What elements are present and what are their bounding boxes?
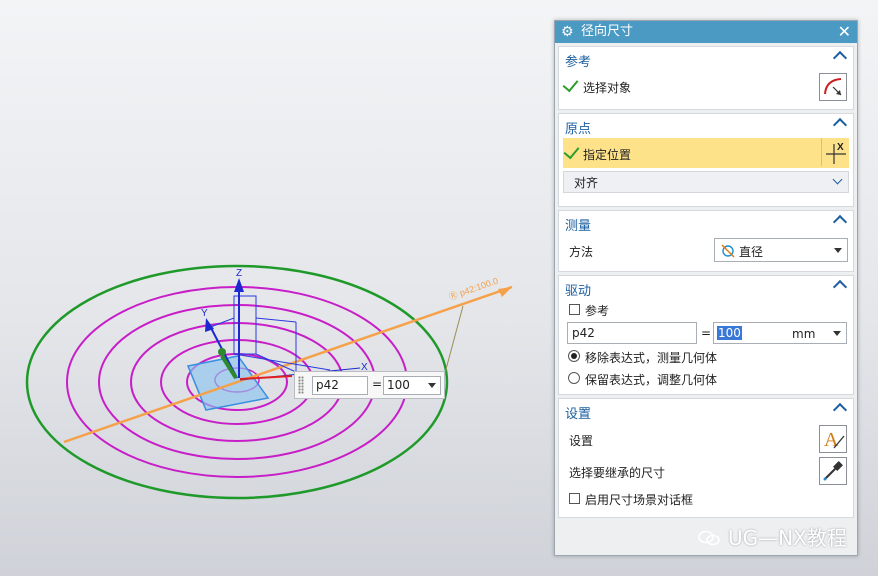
chevron-down-icon[interactable]	[834, 248, 842, 253]
dialog-titlebar[interactable]: ⚙ 径向尺寸 ✕	[555, 21, 857, 43]
point-location-icon: X	[826, 142, 846, 164]
select-object-button[interactable]	[819, 73, 847, 101]
option-remove-radio[interactable]	[568, 350, 580, 362]
eyedropper-icon	[823, 461, 843, 481]
watermark-text: UG—NX教程	[728, 526, 847, 550]
inline-expression-name[interactable]: p42	[312, 376, 368, 395]
method-value: 直径	[739, 245, 764, 259]
z-axis-label: Z	[236, 268, 242, 279]
inline-value-text: 100	[387, 378, 410, 392]
equals-sign: =	[701, 326, 712, 340]
option-keep-radio[interactable]	[568, 372, 580, 384]
select-object-row[interactable]: 选择对象	[559, 71, 853, 107]
y-axis-label: Y	[201, 308, 208, 319]
specify-location-label: 指定位置	[583, 148, 632, 162]
chevron-down-icon[interactable]	[428, 383, 436, 388]
option-remove-label: 移除表达式，测量几何体	[585, 351, 718, 365]
chevron-up-icon[interactable]	[832, 279, 848, 295]
radial-dimension-dialog: ⚙ 径向尺寸 ✕ 参考 选择对象 原点 指定位置 X 对齐 测量 方法 直径 驱…	[554, 20, 858, 556]
gear-icon[interactable]: ⚙	[561, 23, 574, 41]
dimension-label[interactable]: Ⓡ p42:100.0	[447, 276, 499, 302]
dimension-arrow	[498, 287, 512, 297]
wechat-icon	[698, 530, 720, 546]
settings-group: 设置 设置 A 选择要继承的尺寸 启用尺寸场景对话框	[558, 398, 854, 518]
svg-text:A: A	[824, 429, 839, 451]
expression-row: p42 = 100 mm	[559, 320, 853, 346]
svg-text:X: X	[837, 142, 844, 153]
settings-label: 设置	[569, 434, 594, 448]
inherit-button[interactable]	[819, 457, 847, 485]
drive-heading: 驱动	[565, 284, 592, 299]
option-keep-label: 保留表达式，调整几何体	[585, 373, 718, 387]
method-select[interactable]: 直径	[714, 238, 848, 262]
check-icon	[563, 142, 580, 160]
chevron-down-icon[interactable]	[832, 174, 843, 185]
expression-name-text: p42	[572, 326, 595, 340]
settings-group-header[interactable]: 设置	[559, 399, 853, 423]
reference-checkbox[interactable]	[569, 304, 580, 315]
method-label: 方法	[569, 245, 594, 259]
option-remove-row[interactable]: 移除表达式，测量几何体	[559, 346, 853, 368]
inherit-label: 选择要继承的尺寸	[569, 466, 666, 480]
chevron-up-icon[interactable]	[832, 117, 848, 133]
reference-group-header[interactable]: 参考	[559, 47, 853, 71]
arc-select-icon	[824, 78, 842, 96]
method-row: 方法 直径	[559, 235, 853, 265]
value-field[interactable]: 100 mm	[713, 322, 847, 344]
settings-button[interactable]: A	[819, 425, 847, 453]
measure-heading: 测量	[565, 219, 592, 234]
inline-expression-value[interactable]: 100	[383, 376, 441, 395]
text-style-icon: A	[824, 429, 845, 451]
specify-location-button[interactable]: X	[821, 138, 849, 166]
inline-expression-box: p42 = 100	[294, 371, 445, 399]
select-object-label: 选择对象	[583, 81, 632, 95]
align-dropdown[interactable]: 对齐	[563, 171, 849, 193]
dialog-title: 径向尺寸	[581, 24, 634, 39]
enable-dialog-label: 启用尺寸场景对话框	[585, 493, 694, 507]
close-icon[interactable]: ✕	[838, 22, 851, 41]
check-icon	[562, 75, 579, 93]
drive-group-header[interactable]: 驱动	[559, 276, 853, 300]
chevron-down-icon[interactable]	[833, 331, 841, 336]
leader-line	[444, 305, 464, 374]
value-text: 100	[717, 326, 742, 340]
chevron-up-icon[interactable]	[832, 402, 848, 418]
inherit-row: 选择要继承的尺寸	[559, 455, 853, 487]
unit-label: mm	[792, 327, 816, 341]
settings-row: 设置 A	[559, 423, 853, 455]
drive-group: 驱动 参考 p42 = 100 mm 移除表达式，测量几何体 保留表达式，调整几…	[558, 275, 854, 395]
settings-heading: 设置	[565, 407, 592, 422]
align-label: 对齐	[574, 176, 599, 190]
reference-checkbox-row[interactable]: 参考	[559, 300, 853, 320]
diameter-icon	[721, 244, 735, 258]
expression-name-field[interactable]: p42	[567, 322, 697, 344]
drag-grip[interactable]	[298, 376, 304, 394]
manipulator-origin	[218, 348, 226, 356]
measure-group-header[interactable]: 测量	[559, 211, 853, 235]
reference-heading: 参考	[565, 55, 592, 70]
origin-heading: 原点	[565, 122, 592, 137]
chevron-up-icon[interactable]	[832, 214, 848, 230]
enable-dialog-row[interactable]: 启用尺寸场景对话框	[559, 487, 853, 511]
inline-equals: =	[372, 377, 383, 391]
option-keep-row[interactable]: 保留表达式，调整几何体	[559, 368, 853, 390]
measure-group: 测量 方法 直径	[558, 210, 854, 272]
reference-group: 参考 选择对象	[558, 46, 854, 110]
enable-dialog-checkbox[interactable]	[569, 493, 580, 504]
z-arrow	[234, 278, 244, 292]
origin-group: 原点 指定位置 X 对齐	[558, 113, 854, 207]
specify-location-row[interactable]: 指定位置 X	[563, 138, 849, 168]
origin-group-header[interactable]: 原点	[559, 114, 853, 138]
reference-checkbox-label: 参考	[585, 304, 610, 318]
chevron-up-icon[interactable]	[832, 50, 848, 66]
